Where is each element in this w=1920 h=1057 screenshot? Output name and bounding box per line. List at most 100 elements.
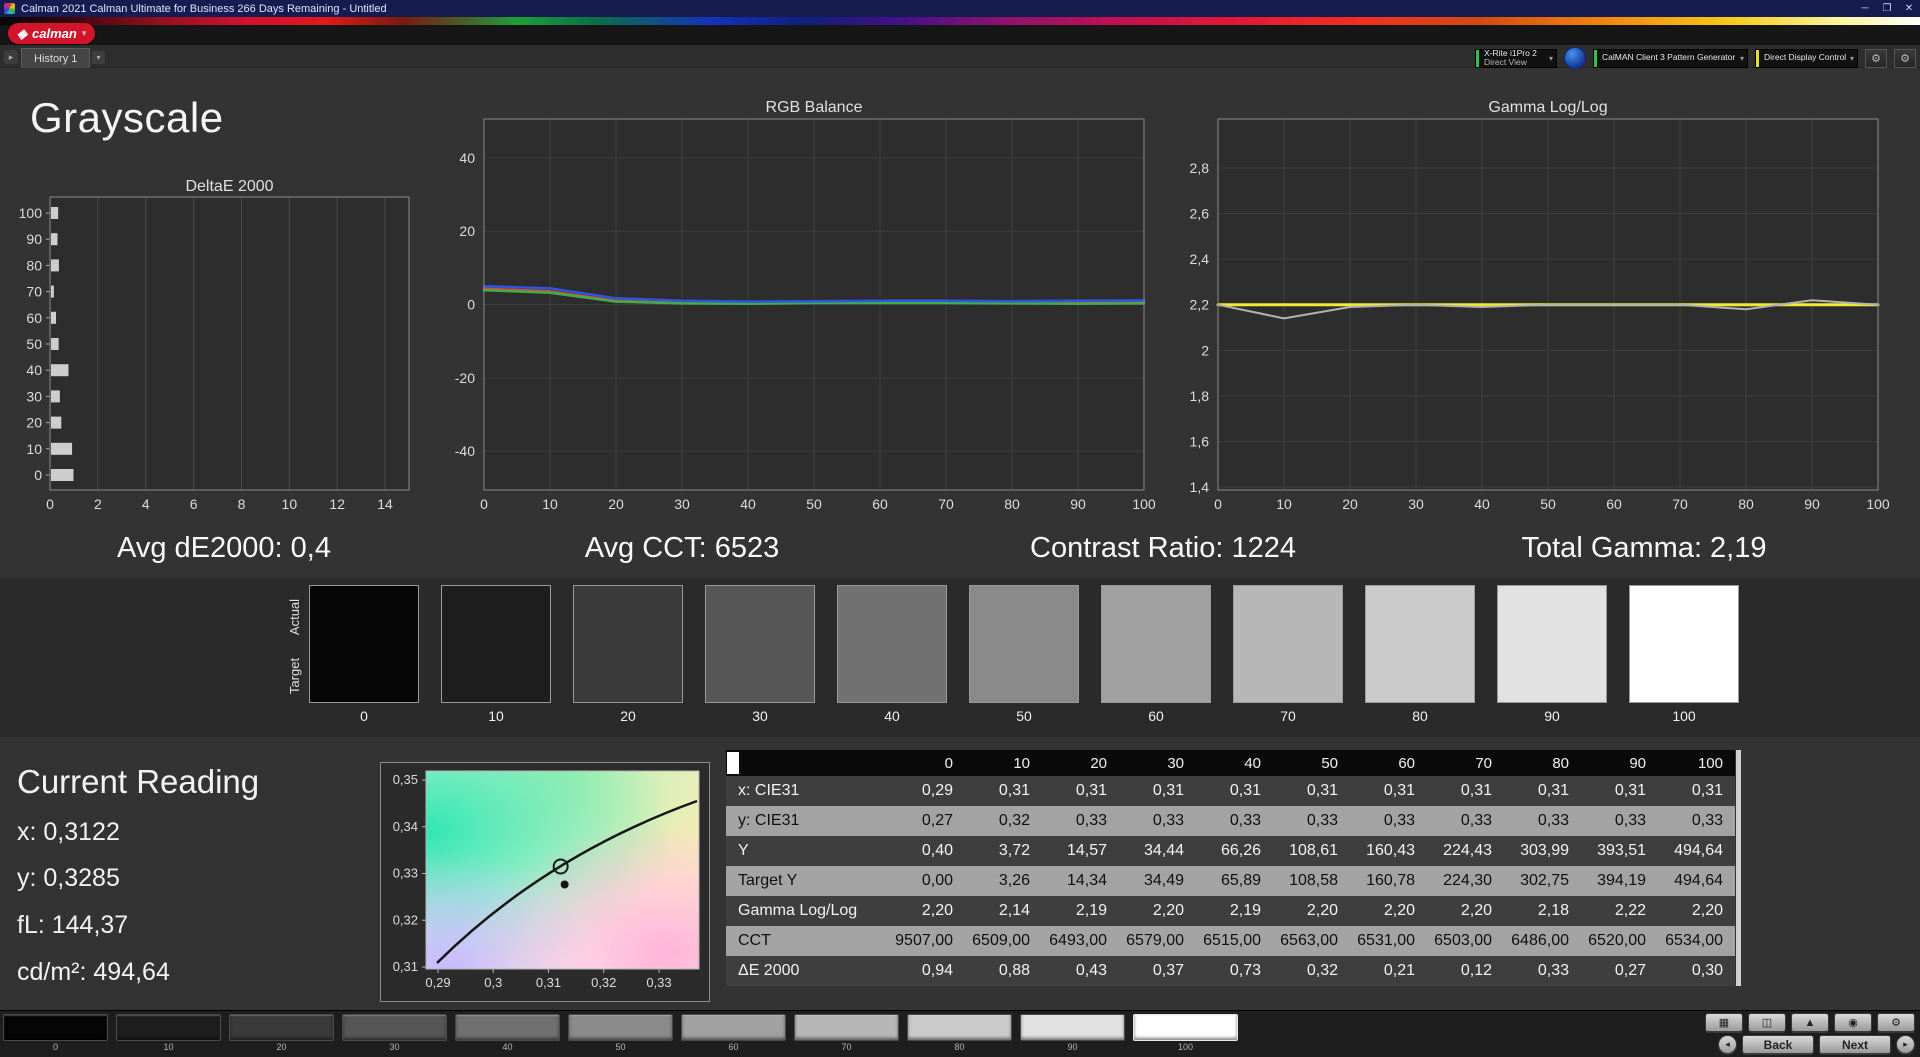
table-cell: 0,12 (1427, 956, 1504, 986)
pattern-thumb-80[interactable]: 80 (907, 1014, 1012, 1052)
svg-text:60: 60 (1606, 496, 1622, 512)
pattern-thumb-50[interactable]: 50 (568, 1014, 673, 1052)
table-cell: 0,31 (1273, 776, 1350, 806)
table-cell: 2,22 (1581, 896, 1658, 926)
pattern-thumb-label: 30 (389, 1042, 400, 1052)
pattern-thumb-70[interactable]: 70 (794, 1014, 899, 1052)
pattern-generator-select-button[interactable]: CalMAN Client 3 Pattern Generator ▾ (1593, 48, 1748, 68)
step-next-round-button[interactable]: ▸ (1896, 1035, 1915, 1054)
pattern-thumb-90[interactable]: 90 (1020, 1014, 1125, 1052)
close-button[interactable]: ✕ (1898, 3, 1920, 14)
svg-text:2,8: 2,8 (1190, 160, 1210, 176)
svg-text:30: 30 (1408, 496, 1424, 512)
pattern-controls: ▦ ◫ ▲ ◉ ⚙ ◂ Back Next ▸ (1675, 1013, 1915, 1057)
grayscale-swatch-50: 50 (969, 585, 1079, 724)
calman-logo[interactable]: ◈ calman ▾ (8, 23, 96, 44)
dual-window-button[interactable]: ◫ (1748, 1013, 1786, 1032)
swatch-color-10 (441, 585, 551, 703)
tab-bar: ▸ History 1 ▾ X-Rite i1Pro 2 Direct View… (0, 45, 1920, 69)
pattern-thumb-swatch (794, 1014, 899, 1041)
table-cell: 0,00 (888, 866, 965, 896)
table-cell: 2,18 (1504, 896, 1581, 926)
grayscale-swatch-80: 80 (1365, 585, 1475, 724)
back-button[interactable]: Back (1742, 1035, 1814, 1054)
grid-icon: ▦ (1718, 1017, 1730, 1029)
contrast-ratio-stat: Contrast Ratio: 1224 (1030, 532, 1296, 564)
table-cell: 0,37 (1119, 956, 1196, 986)
svg-text:30: 30 (674, 496, 690, 512)
rgb-chart-title: RGB Balance (765, 99, 863, 116)
layout-nav-button[interactable]: ▸ (4, 50, 18, 64)
table-cell: 6520,00 (1581, 926, 1658, 956)
tab-history-1[interactable]: History 1 (21, 48, 91, 68)
display-control-select-button[interactable]: Direct Display Control ▾ (1755, 48, 1858, 68)
svg-text:50: 50 (26, 336, 42, 352)
workflow-settings-button[interactable]: ⚙ (1894, 48, 1916, 68)
svg-text:8: 8 (238, 496, 246, 512)
table-cell: 6509,00 (965, 926, 1042, 956)
table-col-header-20: 20 (1042, 750, 1119, 776)
table-cell: 2,20 (1427, 896, 1504, 926)
swatch-label: 0 (360, 708, 368, 724)
pattern-thumb-0[interactable]: 0 (3, 1014, 108, 1052)
table-cell: 0,31 (1581, 776, 1658, 806)
table-cell: 2,20 (1273, 896, 1350, 926)
step-back-round-button[interactable]: ◂ (1718, 1035, 1737, 1054)
pattern-thumb-label: 70 (841, 1042, 852, 1052)
svg-text:1,6: 1,6 (1190, 433, 1210, 449)
logo-menu-caret-icon[interactable]: ▾ (82, 28, 87, 39)
meter-status-badge[interactable] (1564, 47, 1586, 69)
table-cell: 14,57 (1042, 836, 1119, 866)
meter-select-button[interactable]: X-Rite i1Pro 2 Direct View ▾ (1475, 48, 1557, 68)
swatch-color-50 (969, 585, 1079, 703)
table-scrollbar[interactable] (1736, 750, 1741, 986)
svg-text:80: 80 (1738, 496, 1754, 512)
table-cell: 6579,00 (1119, 926, 1196, 956)
table-cell: 0,33 (1658, 806, 1735, 836)
table-cell: 0,31 (1350, 776, 1427, 806)
pattern-thumb-30[interactable]: 30 (342, 1014, 447, 1052)
arrow-up-button[interactable]: ▲ (1791, 1013, 1829, 1032)
minimize-button[interactable]: ─ (1854, 3, 1876, 14)
svg-text:90: 90 (1804, 496, 1820, 512)
table-cell: 0,73 (1196, 956, 1273, 986)
pattern-thumb-swatch (1133, 1014, 1238, 1041)
pattern-thumb-20[interactable]: 20 (229, 1014, 334, 1052)
pattern-thumb-label: 50 (615, 1042, 626, 1052)
target-button[interactable]: ◉ (1834, 1013, 1872, 1032)
svg-text:80: 80 (26, 257, 42, 273)
table-cell: 2,19 (1042, 896, 1119, 926)
pattern-thumb-100[interactable]: 100 (1133, 1014, 1238, 1052)
pattern-settings-button[interactable]: ⚙ (1877, 1013, 1915, 1032)
swatch-color-60 (1101, 585, 1211, 703)
svg-text:2,4: 2,4 (1190, 251, 1210, 267)
pattern-thumb-label: 20 (276, 1042, 287, 1052)
settings-gear-button[interactable]: ⚙ (1865, 48, 1887, 68)
cie-chart-plot (426, 771, 699, 969)
window-title: Calman 2021 Calman Ultimate for Business… (21, 2, 387, 15)
swatch-color-80 (1365, 585, 1475, 703)
display-control-accent-bar (1756, 49, 1759, 67)
table-cell: 0,33 (1350, 806, 1427, 836)
pattern-thumb-40[interactable]: 40 (455, 1014, 560, 1052)
maximize-button[interactable]: ❐ (1876, 3, 1898, 14)
svg-text:20: 20 (608, 496, 624, 512)
table-col-header-10: 10 (965, 750, 1042, 776)
swatch-color-0 (309, 585, 419, 703)
svg-text:0: 0 (34, 467, 42, 483)
gear-icon: ⚙ (1891, 1017, 1901, 1029)
pattern-thumb-10[interactable]: 10 (116, 1014, 221, 1052)
tab-dropdown-button[interactable]: ▾ (92, 51, 105, 64)
table-cell: 6563,00 (1273, 926, 1350, 956)
table-cell: 0,31 (1658, 776, 1735, 806)
pattern-thumbnails: 0 10 20 30 40 50 60 70 80 90 100 (3, 1014, 1238, 1052)
pattern-grid-button[interactable]: ▦ (1705, 1013, 1743, 1032)
next-button[interactable]: Next (1819, 1035, 1891, 1054)
pattern-thumb-60[interactable]: 60 (681, 1014, 786, 1052)
grayscale-swatch-0: 0 (309, 585, 419, 724)
pattern-thumb-label: 100 (1177, 1042, 1194, 1052)
table-cell: 0,88 (965, 956, 1042, 986)
table-cell: 2,20 (1350, 896, 1427, 926)
table-cell: 494,64 (1658, 866, 1735, 896)
table-cell: 0,29 (888, 776, 965, 806)
